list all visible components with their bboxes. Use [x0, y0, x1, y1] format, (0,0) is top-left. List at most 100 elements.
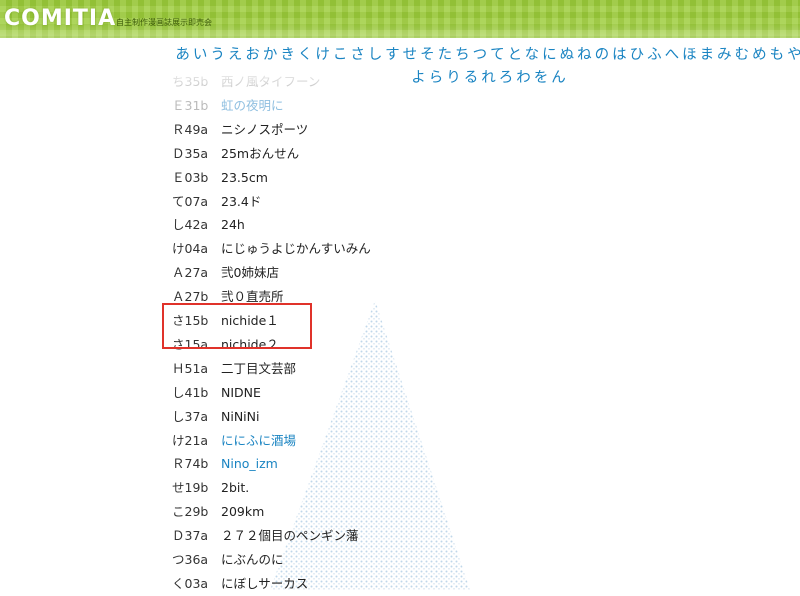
circle-name-link[interactable]: ににふに酒場 — [221, 429, 296, 453]
circle-name: にぼしサーカス — [221, 575, 309, 591]
kana-link-ま[interactable]: ま — [700, 47, 718, 63]
kana-link-お[interactable]: お — [245, 47, 263, 63]
circle-space-code: け21a — [172, 432, 209, 448]
circle-row: け04a にじゅうよじかんすいみん — [0, 237, 800, 261]
kana-link-も[interactable]: も — [770, 47, 788, 63]
circle-row: Ｈ51a 二丁目文芸部 — [0, 357, 800, 381]
site-tagline: 自主制作漫画誌展示即売会 — [116, 18, 212, 27]
circle-name: 弐０直売所 — [221, 289, 284, 305]
kana-link-た[interactable]: た — [438, 47, 456, 63]
circle-space-code: つ36a — [172, 552, 209, 567]
circle-name: 25mおんせん — [221, 145, 300, 161]
circle-name: NiNiNi — [221, 408, 260, 424]
kana-link-に[interactable]: に — [542, 47, 560, 63]
kana-link-え[interactable]: え — [228, 47, 246, 63]
comitia-logo[interactable]: COMITIA — [4, 6, 116, 32]
circle-name: 24h — [221, 217, 245, 233]
circle-space-code: く03a — [172, 575, 209, 591]
circle-row: く03a にぼしサーカス — [0, 572, 800, 596]
circle-row: Ｄ37a ２７２個目のペンギン藩 — [0, 524, 800, 548]
kana-link-わ[interactable]: わ — [516, 70, 534, 86]
kana-link-い[interactable]: い — [193, 47, 211, 63]
kana-link-ん[interactable]: ん — [551, 70, 569, 86]
circle-row: し37a NiNiNi — [0, 405, 800, 429]
kana-link-み[interactable]: み — [717, 47, 735, 63]
circle-row: こ29b 209km — [0, 500, 800, 524]
kana-link-ち[interactable]: ち — [455, 47, 473, 63]
circle-space-code: け04a — [172, 241, 209, 257]
kana-link-と[interactable]: と — [508, 47, 525, 63]
kana-link-よ[interactable]: よ — [411, 70, 429, 86]
kana-link-す[interactable]: す — [385, 47, 403, 63]
circle-row: つ36a にぶんのに — [0, 548, 800, 572]
kana-link-や[interactable]: や — [787, 47, 800, 63]
circle-space-code: こ29b — [172, 504, 209, 520]
circle-space-code: Ａ27a — [172, 265, 209, 281]
circle-space-code: し41b — [172, 384, 209, 400]
circle-name: ニシノスポーツ — [221, 121, 309, 137]
circle-space-code: Ｒ49a — [172, 121, 209, 137]
kana-link-う[interactable]: う — [210, 47, 228, 63]
circle-name: 23.5cm — [221, 169, 268, 185]
kana-link-く[interactable]: く — [298, 47, 316, 63]
kana-index: あいうえおかきくけこさしすせそたちつてとなにぬねのはひふへほまみむめもや よらり… — [160, 44, 800, 90]
kana-link-ふ[interactable]: ふ — [647, 47, 665, 63]
circle-name: 二丁目文芸部 — [221, 360, 297, 376]
kana-link-さ[interactable]: さ — [350, 47, 368, 63]
circle-name: にぶんのに — [221, 552, 284, 567]
circle-space-code: Ｒ74b — [172, 456, 209, 472]
circle-row: Ｅ03b 23.5cm — [0, 166, 800, 190]
kana-index-line-2: よらりるれろわをん — [160, 67, 800, 90]
kana-link-そ[interactable]: そ — [420, 47, 438, 63]
circle-space-code: て07a — [172, 193, 209, 209]
kana-link-き[interactable]: き — [280, 47, 298, 63]
kana-link-り[interactable]: り — [446, 70, 464, 86]
kana-link-を[interactable]: を — [534, 70, 552, 86]
kana-link-ほ[interactable]: ほ — [682, 47, 700, 63]
kana-link-る[interactable]: る — [464, 70, 482, 86]
kana-link-ひ[interactable]: ひ — [630, 47, 648, 63]
circle-name-link[interactable]: 虹の夜明に — [221, 94, 284, 118]
kana-link-て[interactable]: て — [490, 47, 508, 63]
circle-row: し41b NIDNE — [0, 381, 800, 405]
circle-row: Ａ27a 弐0姉妹店 — [0, 261, 800, 285]
kana-link-あ[interactable]: あ — [175, 47, 193, 63]
circle-row: Ｒ49a ニシノスポーツ — [0, 118, 800, 142]
circle-row: Ｅ31b 虹の夜明に — [0, 94, 800, 118]
circle-space-code: さ15b — [172, 313, 209, 328]
circle-name: 23.4ド — [221, 193, 262, 209]
kana-link-ね[interactable]: ね — [577, 47, 595, 63]
circle-row: Ｒ74b Nino_izm — [0, 452, 800, 476]
kana-link-つ[interactable]: つ — [473, 47, 491, 63]
circle-space-code: し37a — [172, 408, 209, 424]
kana-link-せ[interactable]: せ — [403, 47, 421, 63]
site-header: COMITIA 自主制作漫画誌展示即売会 — [0, 0, 800, 38]
circle-row: せ19b 2bit. — [0, 476, 800, 500]
circle-name-link[interactable]: Nino_izm — [221, 452, 278, 476]
kana-link-な[interactable]: な — [525, 47, 543, 63]
kana-link-へ[interactable]: へ — [665, 47, 683, 63]
kana-link-し[interactable]: し — [368, 47, 385, 63]
circle-row: け21a ににふに酒場 — [0, 429, 800, 453]
circle-space-code: Ａ27b — [172, 289, 209, 305]
kana-link-ら[interactable]: ら — [429, 70, 447, 86]
kana-link-ろ[interactable]: ろ — [499, 70, 517, 86]
circle-space-code: さ15a — [172, 336, 209, 352]
circle-name: nichide２ — [221, 336, 279, 352]
kana-link-れ[interactable]: れ — [481, 70, 499, 86]
circle-row: し42a 24h — [0, 213, 800, 237]
circle-space-code: し42a — [172, 217, 209, 233]
circle-space-code: Ｅ31b — [172, 97, 209, 113]
kana-link-ぬ[interactable]: ぬ — [560, 47, 578, 63]
kana-link-め[interactable]: め — [752, 47, 770, 63]
circle-row: さ15a nichide２ — [0, 333, 800, 357]
kana-link-か[interactable]: か — [263, 47, 281, 63]
circle-row: さ15b nichide１ — [0, 309, 800, 333]
kana-link-の[interactable]: の — [595, 47, 613, 63]
circle-name: 209km — [221, 504, 265, 520]
circle-space-code: Ｅ03b — [172, 169, 209, 185]
kana-link-け[interactable]: け — [315, 47, 333, 63]
kana-link-む[interactable]: む — [735, 47, 753, 63]
kana-link-は[interactable]: は — [612, 47, 630, 63]
kana-link-こ[interactable]: こ — [333, 47, 351, 63]
